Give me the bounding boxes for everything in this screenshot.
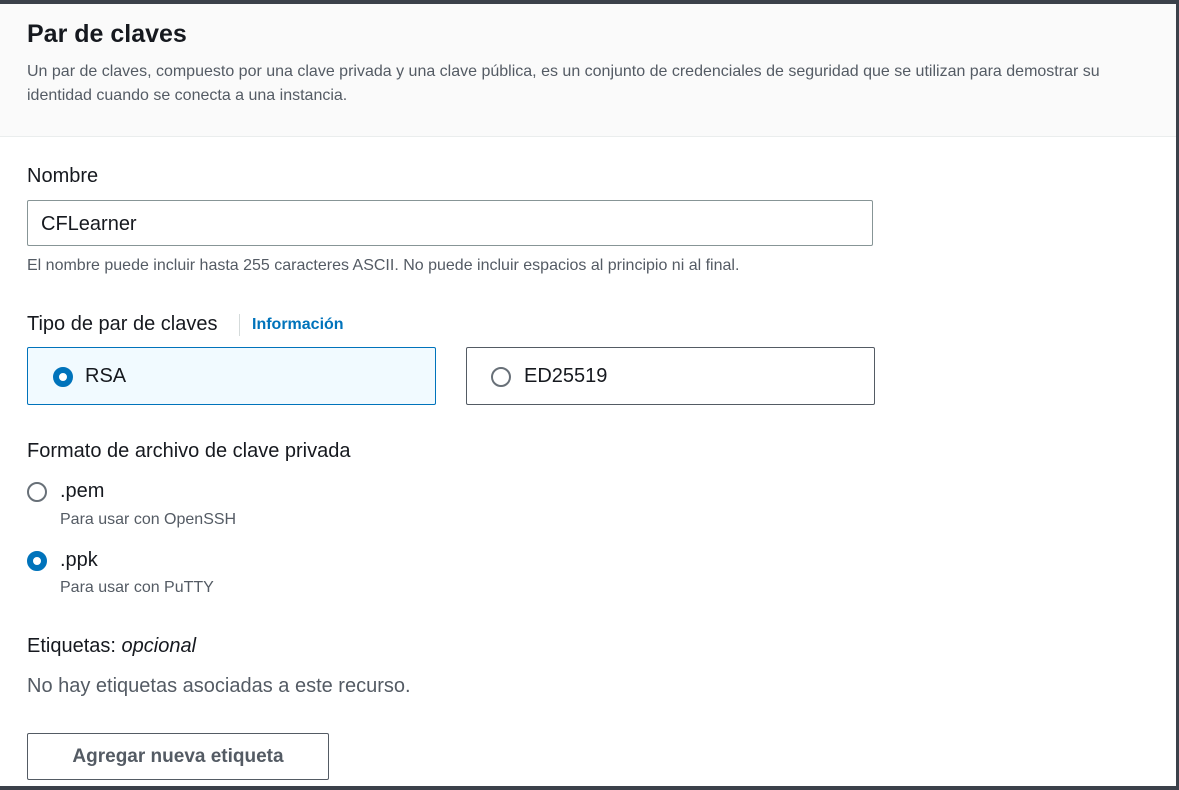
tags-label-text: Etiquetas: xyxy=(27,635,116,657)
tags-label: Etiquetas: opcional xyxy=(27,635,196,658)
info-divider xyxy=(239,314,240,336)
add-tag-button[interactable]: Agregar nueva etiqueta xyxy=(27,733,329,780)
tags-optional: opcional xyxy=(121,635,197,657)
file-format-label: Formato de archivo de clave privada xyxy=(27,440,351,462)
format-pem-description: Para usar con OpenSSH xyxy=(60,511,237,528)
name-label: Nombre xyxy=(27,165,99,187)
format-ppk-label[interactable]: .ppk xyxy=(60,549,98,572)
radio-unchecked-icon[interactable] xyxy=(27,482,47,502)
format-pem-label[interactable]: .pem xyxy=(60,480,104,503)
key-type-tile-rsa[interactable]: RSA xyxy=(27,347,436,405)
radio-checked-icon[interactable] xyxy=(53,367,73,387)
window-bottom-border xyxy=(0,786,1179,790)
radio-checked-icon[interactable] xyxy=(27,551,47,571)
format-ppk-description: Para usar con PuTTY xyxy=(60,579,214,596)
name-input[interactable]: CFLearner xyxy=(27,200,873,246)
name-input-value: CFLearner xyxy=(41,213,137,235)
page-title: Par de claves xyxy=(27,20,187,48)
key-type-tile-ed25519[interactable]: ED25519 xyxy=(466,347,875,405)
key-type-rsa-label: RSA xyxy=(85,365,127,387)
section-header: Par de claves Un par de claves, compuest… xyxy=(0,4,1176,137)
section-description: Un par de claves, compuesto por una clav… xyxy=(27,63,1100,104)
name-hint: El nombre puede incluir hasta 255 caract… xyxy=(27,257,740,274)
info-link[interactable]: Información xyxy=(252,316,344,334)
key-type-ed25519-label: ED25519 xyxy=(524,365,608,387)
key-type-label: Tipo de par de claves xyxy=(27,313,218,335)
radio-unchecked-icon[interactable] xyxy=(491,367,511,387)
no-tags-message: No hay etiquetas asociadas a este recurs… xyxy=(27,675,411,697)
